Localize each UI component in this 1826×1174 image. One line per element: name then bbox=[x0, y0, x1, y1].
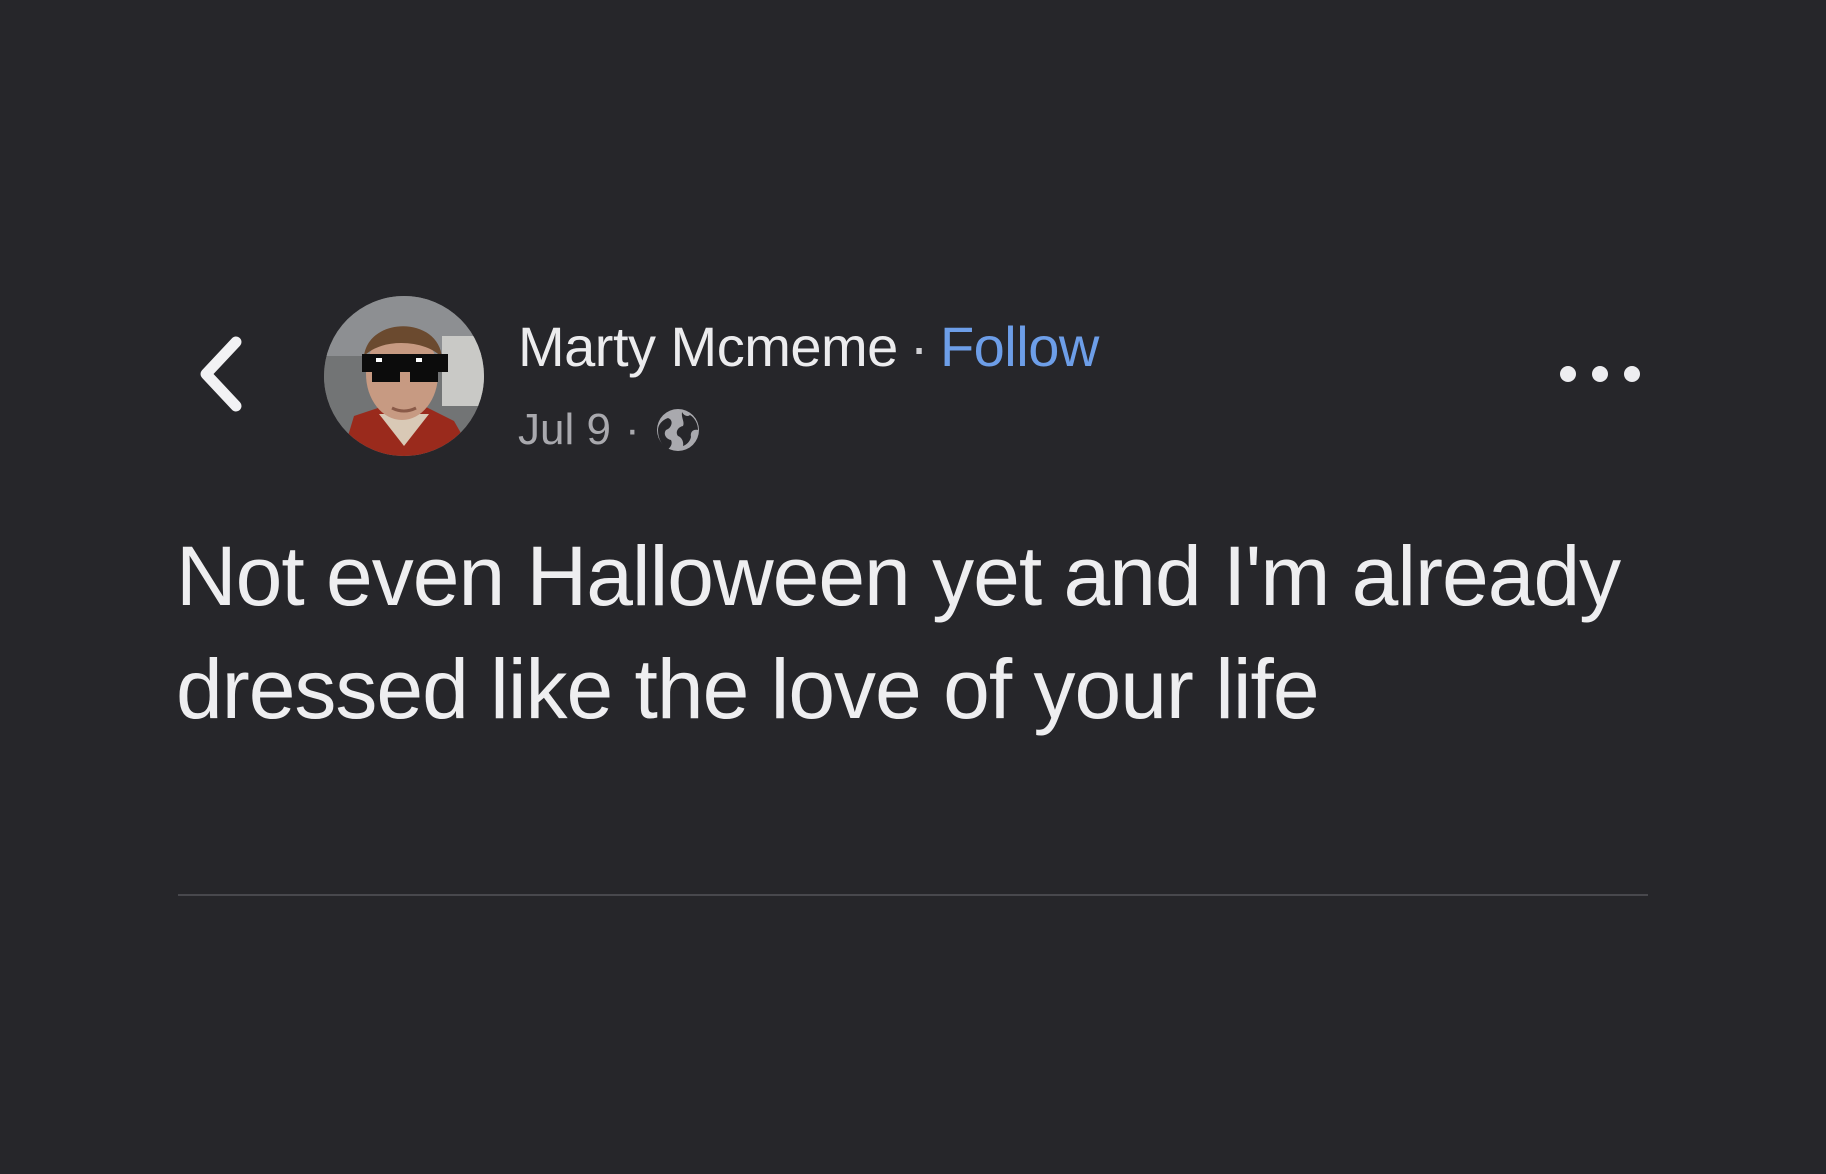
avatar[interactable] bbox=[324, 296, 484, 456]
more-horizontal-icon-dot bbox=[1560, 366, 1576, 382]
avatar-image bbox=[324, 296, 484, 456]
follow-button[interactable]: Follow bbox=[940, 315, 1099, 378]
post-date[interactable]: Jul 9 bbox=[518, 400, 611, 460]
globe-icon bbox=[654, 406, 702, 454]
more-horizontal-icon-dot bbox=[1624, 366, 1640, 382]
author-line: Marty Mcmeme · Follow bbox=[518, 312, 1099, 382]
post-view: Marty Mcmeme · Follow Jul 9 · Not even Hal… bbox=[0, 0, 1826, 1174]
author-separator: · bbox=[909, 315, 929, 378]
back-button[interactable] bbox=[196, 334, 252, 414]
chevron-left-icon bbox=[200, 336, 242, 412]
post-text: Not even Halloween yet and I'm already d… bbox=[176, 529, 1621, 736]
meta-separator: · bbox=[624, 405, 640, 454]
more-options-button[interactable] bbox=[1560, 352, 1640, 396]
more-horizontal-icon-dot bbox=[1592, 366, 1608, 382]
post-meta: Jul 9 · bbox=[518, 400, 702, 460]
author-name[interactable]: Marty Mcmeme bbox=[518, 315, 898, 378]
divider bbox=[178, 894, 1648, 896]
